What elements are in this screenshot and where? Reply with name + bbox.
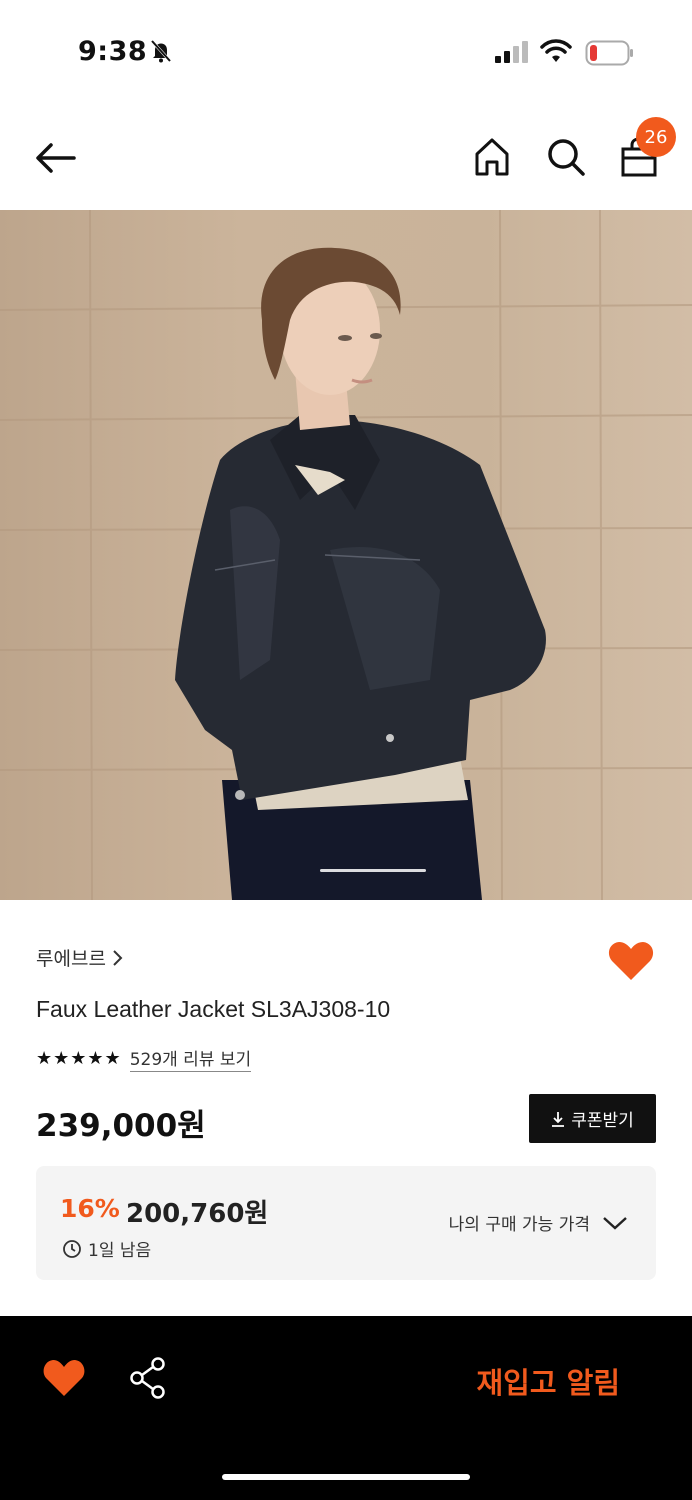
time-left-label: 1일 남음 [88, 1241, 152, 1261]
my-price-toggle[interactable]: 나의 구매 가능 가격 [449, 1210, 628, 1235]
rating-row: ★★★★★ 529개 리뷰 보기 [36, 1045, 252, 1072]
heart-icon[interactable] [607, 940, 655, 982]
review-link[interactable]: 529개 리뷰 보기 [129, 1045, 252, 1072]
bell-muted-icon [150, 39, 172, 63]
restock-alert-button[interactable]: 재입고 알림 [477, 1360, 621, 1402]
sale-price: 200,760원 [126, 1199, 269, 1229]
discount-price-box[interactable]: 16% 200,760원 1일 남음 나의 구매 가능 가격 [36, 1166, 656, 1280]
wifi-icon [540, 39, 572, 62]
brand-name: 루에브르 [36, 948, 106, 970]
clock-icon [63, 1239, 81, 1258]
rating-stars: ★★★★★ [36, 1048, 122, 1069]
coupon-button[interactable]: 쿠폰받기 [529, 1094, 656, 1143]
chevron-down-icon [603, 1216, 627, 1230]
cart-count-badge: 26 [636, 117, 676, 157]
discount-rate: 16% [60, 1194, 120, 1223]
back-arrow-icon[interactable] [32, 138, 80, 178]
search-icon[interactable] [545, 136, 587, 178]
status-time: 9:38 [78, 36, 148, 67]
home-icon[interactable] [472, 136, 512, 178]
download-icon [552, 1111, 565, 1127]
product-image[interactable] [0, 210, 692, 900]
coupon-label: 쿠폰받기 [571, 1111, 634, 1131]
home-indicator[interactable] [222, 1474, 470, 1480]
image-carousel-indicator [320, 869, 426, 872]
brand-link[interactable]: 루에브르 [36, 944, 124, 971]
product-name: Faux Leather Jacket SL3AJ308-10 [36, 996, 391, 1022]
time-left: 1일 남음 [62, 1236, 151, 1261]
status-bar: 9:38 [0, 0, 692, 100]
bottom-action-bar: 재입고 알림 [0, 1316, 692, 1500]
my-price-label: 나의 구매 가능 가격 [448, 1215, 590, 1235]
share-icon[interactable] [128, 1356, 168, 1400]
chevron-right-icon [113, 949, 123, 966]
signal-icon [495, 41, 528, 63]
heart-icon[interactable] [42, 1358, 86, 1398]
original-price: 239,000원 [36, 1108, 206, 1144]
battery-icon [585, 40, 633, 66]
product-photo-illustration [0, 210, 692, 900]
top-navigation [0, 118, 692, 198]
